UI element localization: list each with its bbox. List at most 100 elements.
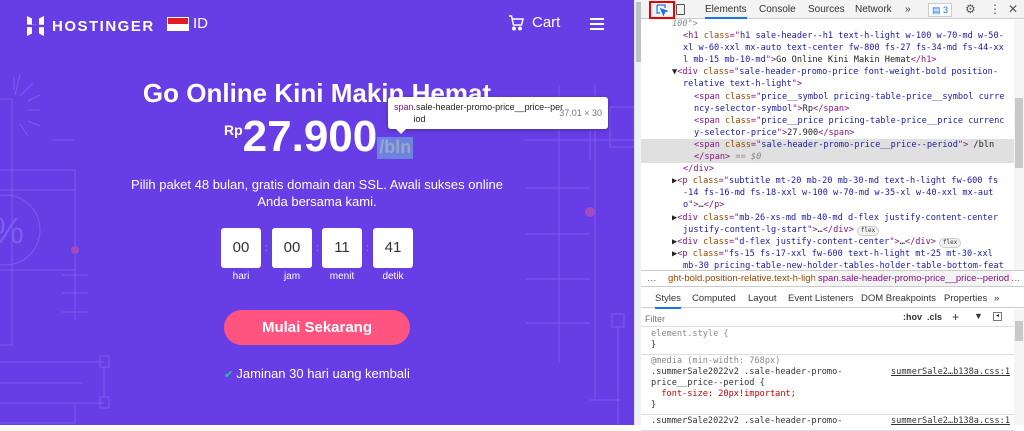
tab-computed[interactable]: Computed [692,293,736,304]
indonesia-flag-icon[interactable] [167,17,189,31]
hov-toggle[interactable]: :hov [903,312,922,322]
dom-line[interactable]: <span class="price__symbol pricing-table… [641,91,1014,103]
tab-sources[interactable]: Sources [808,4,845,15]
flex-badge[interactable]: flex [856,225,880,236]
stylesheet-link[interactable]: summerSale2…b138a.css:1 [891,416,1010,427]
more-style-tabs[interactable]: » [994,293,999,304]
breadcrumb-ellipsis[interactable]: … [647,271,657,286]
dom-line[interactable]: ▶<div class="mb-26-xs-md mb-40-md d-flex… [641,212,1014,224]
breadcrumb-item[interactable]: ght-bold.position-relative.text-h-light [668,271,819,286]
dom-token: class [725,139,751,150]
dom-line[interactable]: -14 fs-16-md fs-18-xxl w-100 w-70-md w-3… [641,187,1014,199]
cart-icon [509,14,524,30]
issues-badge[interactable]: ▤ 3 [928,3,952,17]
dom-line[interactable]: y-selector-price">27.900</span> [641,127,1014,139]
device-toggle-icon[interactable] [676,4,685,15]
countdown-hours: 00 jam [272,228,312,282]
dom-token: 27.900 [787,127,819,138]
flex-badge[interactable]: flex [938,237,962,248]
more-options-icon[interactable]: ⋮ [989,2,1001,16]
dom-line-selected[interactable]: <span class="sale-header-promo-price__pr… [641,138,1014,152]
css-rule[interactable]: summerSale2…b138a.css:1 .summerSale2022v2… [641,415,1014,431]
css-line: price__price--period { [651,378,765,388]
styles-scrollbar[interactable] [1014,309,1024,425]
tab-dom-breakpoints[interactable]: DOM Breakpoints [861,293,936,304]
dom-line[interactable]: l mb-15 mb-10-md">Go Online Kini Makin H… [641,54,1014,66]
countdown-days: 00 hari [221,228,261,282]
dom-token: class [725,91,751,102]
settings-gear-icon[interactable]: ⚙ [965,2,976,16]
dom-scrollbar[interactable] [1014,20,1024,270]
dom-token: =" [718,248,729,259]
dom-token: "> [792,103,803,114]
dom-tree[interactable]: 100"> <h1 class="h1 sale-header--h1 text-… [641,18,1014,270]
sidebar-toggle-icon[interactable]: ◂ [993,312,1002,321]
dom-line[interactable]: ▶<div class="d-flex justify-content-cent… [641,236,1014,248]
dom-line[interactable]: ▶<p class="fs-15 fs-17-xxl fw-600 text-h… [641,248,1014,260]
dom-token: =" [750,115,762,126]
countdown-seconds: 41 detik [373,228,413,282]
tab-console[interactable]: Console [759,4,796,15]
dom-line[interactable]: xl w-60-xxl mx-auto text-center fw-800 f… [641,42,1014,54]
hamburger-menu-icon[interactable] [590,18,604,33]
dom-line[interactable]: ncy-selector-symbol">Rp</span> [641,103,1014,115]
new-rule-button[interactable]: + [952,310,959,324]
countdown-value: 00 [272,228,312,268]
css-rule[interactable]: summerSale2…b138a.css:1 @media (min-width… [641,355,1014,415]
close-icon[interactable]: ✕ [1008,2,1018,16]
hostinger-logo[interactable]: HOSTINGER [27,16,155,36]
breadcrumb-item-selected[interactable]: span.sale-header-promo-price__price--per… [815,271,1013,286]
countdown-label: menit [329,271,355,282]
dom-line[interactable]: ▼<div class="sale-header-promo-price fon… [641,66,1014,78]
dom-line-selected[interactable]: </span> == $0 [641,151,1014,164]
cls-toggle[interactable]: .cls [927,312,942,322]
css-line: element.style { [651,329,729,339]
more-tabs-button[interactable]: » [905,4,911,15]
css-rule[interactable]: element.style {} [641,328,1014,355]
paint-icon[interactable]: ▼ [974,311,983,321]
devtools-toolbar: Elements Console Sources Network » ▤ 3 ⚙… [641,0,1024,19]
css-line: } [651,340,657,350]
dom-token: </span> [818,127,855,138]
dom-token: Go Online Kini Makin Hemat [776,55,911,66]
tab-styles[interactable]: Styles [655,293,681,309]
dom-line[interactable]: <h1 class="h1 sale-header--h1 text-h-lig… [641,30,1014,42]
dom-line[interactable]: mb-30 pricing-table-new-holder-tables-ho… [641,260,1014,270]
cart-link[interactable]: Cart [508,14,560,31]
dom-token: <p [677,176,693,187]
countdown-label: detik [382,271,404,282]
tab-network[interactable]: Network [855,4,892,15]
dom-line[interactable]: 100"> [641,18,1014,30]
tab-properties[interactable]: Properties [944,293,987,304]
dom-line[interactable]: ▶<p class="subtitle mt-20 mb-20 mb-30-md… [641,175,1014,187]
hostinger-page: % HOSTINGER ID Cart Go Online Kini Makin… [0,0,634,425]
tab-elements[interactable]: Elements [705,4,747,19]
subtitle: Pilih paket 48 bulan, gratis domain dan … [131,177,503,209]
styles-filter-bar: :hov .cls + ▼ ◂ [641,309,1014,327]
styles-filter-input[interactable] [645,312,885,325]
countdown-label: hari [232,271,250,282]
stylesheet-link[interactable]: summerSale2…b138a.css:1 [891,367,1010,378]
price-value: 27.900 [242,112,378,161]
dom-line[interactable]: relative text-h-light"> [641,78,1014,90]
dom-token: class [725,115,751,126]
dom-token: =" [718,176,729,187]
inspect-element-icon[interactable] [649,1,675,19]
dom-line[interactable]: </div> [641,163,1014,175]
dom-token: =" [728,236,740,247]
start-now-button[interactable]: Mulai Sekarang [224,310,410,345]
language-selector[interactable]: ID [193,15,208,32]
dom-line[interactable]: justify-content-lg-start">…</div> flex [641,224,1014,236]
dom-line[interactable]: <span class="price__price pricing-table-… [641,115,1014,127]
page-scrollbar[interactable] [634,0,641,425]
dom-token: <div [677,236,704,247]
dom-line[interactable]: o">…</p> [641,199,1014,211]
tab-event-listeners[interactable]: Event Listeners [788,293,853,304]
dom-token: "> [765,55,777,66]
background-decoration: % [0,74,634,425]
tab-layout[interactable]: Layout [748,293,777,304]
dom-token: </span> [694,152,731,163]
dom-token: class [692,248,719,259]
breadcrumb-ellipsis[interactable]: … [1011,271,1021,286]
dom-token: relative text-h-light [683,79,792,90]
